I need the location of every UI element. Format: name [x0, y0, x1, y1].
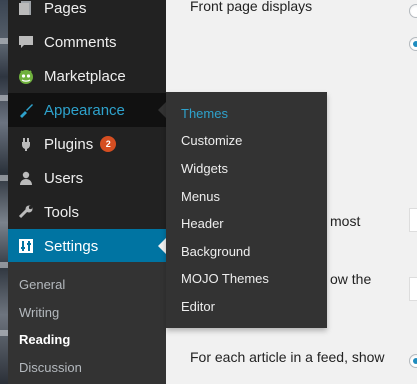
- admin-sidebar: Pages Comments Marketplace Appearance Pl…: [8, 0, 166, 384]
- sidebar-item-label: Users: [44, 169, 84, 187]
- submenu-discussion[interactable]: Discussion: [19, 360, 82, 375]
- sidebar-item-label: Pages: [44, 0, 87, 17]
- flyout-item-editor[interactable]: Editor: [181, 299, 215, 314]
- appearance-icon: [17, 101, 35, 119]
- sidebar-item-appearance[interactable]: Appearance: [8, 93, 166, 127]
- appearance-flyout-menu: Themes Customize Widgets Menus Header Ba…: [166, 92, 327, 328]
- posts-per-page-input[interactable]: [409, 208, 417, 232]
- settings-submenu: General Writing Reading Discussion: [8, 262, 166, 384]
- sidebar-item-users[interactable]: Users: [8, 161, 166, 195]
- flyout-item-widgets[interactable]: Widgets: [181, 161, 228, 176]
- flyout-item-header[interactable]: Header: [181, 216, 224, 231]
- desktop-blip: [0, 38, 8, 44]
- desktop-blip: [0, 262, 8, 268]
- plugins-icon: [17, 135, 35, 153]
- front-page-radio-latest[interactable]: [409, 4, 417, 18]
- plugins-update-badge: 2: [100, 136, 117, 152]
- sidebar-item-comments[interactable]: Comments: [8, 25, 166, 59]
- sidebar-item-label: Tools: [44, 203, 80, 221]
- posts-per-page-label: most: [330, 213, 361, 229]
- feed-article-label: For each article in a feed, show: [190, 349, 385, 365]
- desktop-background-strip: [0, 0, 8, 384]
- submenu-general[interactable]: General: [19, 277, 65, 292]
- sidebar-item-label: Appearance: [44, 101, 125, 119]
- sidebar-item-tools[interactable]: Tools: [8, 195, 166, 229]
- marketplace-icon: [17, 67, 35, 85]
- feed-items-input[interactable]: [409, 277, 417, 301]
- sidebar-item-pages[interactable]: Pages: [8, 0, 166, 25]
- front-page-radio-static[interactable]: [409, 37, 417, 51]
- flyout-item-customize[interactable]: Customize: [181, 133, 242, 148]
- submenu-reading[interactable]: Reading: [19, 332, 70, 347]
- sidebar-item-label: Comments: [44, 33, 117, 51]
- comments-icon: [17, 33, 35, 51]
- flyout-item-mojo-themes[interactable]: MOJO Themes: [181, 271, 269, 286]
- settings-icon: [17, 237, 35, 255]
- submenu-writing[interactable]: Writing: [19, 305, 59, 320]
- sidebar-item-label: Marketplace: [44, 67, 126, 85]
- flyout-item-menus[interactable]: Menus: [181, 189, 220, 204]
- front-page-displays-label: Front page displays: [190, 0, 313, 14]
- sidebar-item-plugins[interactable]: Plugins 2: [8, 127, 166, 161]
- feed-radio-full-text[interactable]: [409, 354, 417, 368]
- sidebar-item-marketplace[interactable]: Marketplace: [8, 59, 166, 93]
- pages-icon: [17, 0, 35, 17]
- flyout-item-background[interactable]: Background: [181, 244, 250, 259]
- desktop-blip: [0, 175, 8, 181]
- sidebar-item-settings[interactable]: Settings: [8, 229, 166, 263]
- sidebar-item-label: Settings: [44, 237, 99, 255]
- desktop-blip: [0, 95, 8, 101]
- flyout-item-themes[interactable]: Themes: [181, 106, 228, 121]
- tools-icon: [17, 203, 35, 221]
- sidebar-item-label: Plugins: [44, 135, 94, 153]
- feed-items-label: ow the: [330, 271, 372, 287]
- desktop-blip: [0, 330, 8, 336]
- users-icon: [17, 169, 35, 187]
